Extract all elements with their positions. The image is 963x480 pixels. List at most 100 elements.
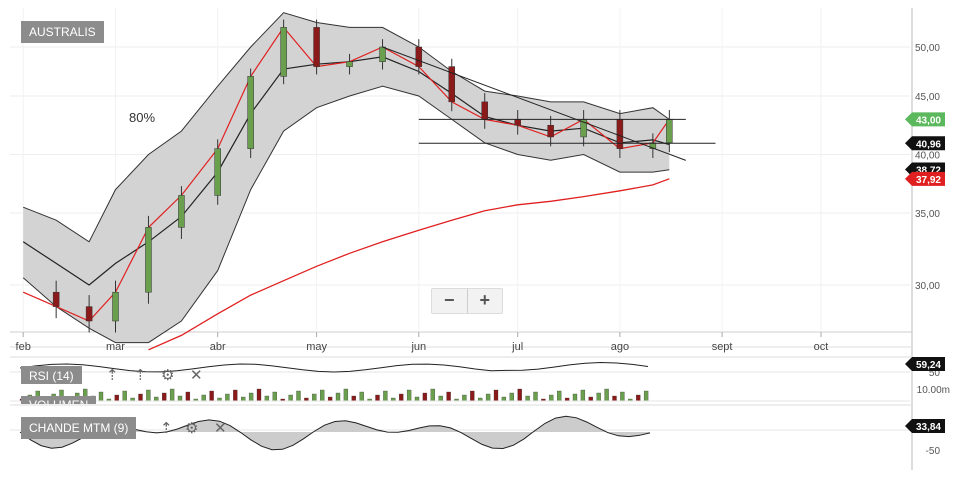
volume-bar xyxy=(533,391,538,402)
volume-bar xyxy=(493,389,499,402)
candle xyxy=(214,148,221,196)
volume-bar xyxy=(501,396,507,402)
volume-bar xyxy=(312,393,317,402)
volume-bar xyxy=(580,389,586,402)
cmo-close-icon[interactable]: ✕ xyxy=(214,419,227,437)
month-label: may xyxy=(306,341,327,353)
volume-bar xyxy=(414,396,420,402)
zoom-in-button[interactable]: + xyxy=(468,289,503,313)
month-label: feb xyxy=(16,341,31,353)
month-label: abr xyxy=(210,341,226,353)
candle xyxy=(415,46,423,67)
volume-bar xyxy=(470,390,475,402)
volume-bar xyxy=(620,391,625,402)
volume-bar xyxy=(233,389,238,402)
candle xyxy=(247,76,254,149)
volume-bar xyxy=(248,392,254,402)
candle xyxy=(666,119,673,144)
rsi-pin-icon[interactable]: ⇡ xyxy=(106,366,119,384)
volume-bar xyxy=(122,390,127,402)
cmo-value-badge: 33,84 xyxy=(905,419,945,433)
price-tick-label: 35,00 xyxy=(915,209,940,220)
volume-bar xyxy=(327,396,333,402)
annotation-text: 80% xyxy=(129,110,156,125)
candle xyxy=(616,119,624,149)
candle xyxy=(280,27,287,77)
volume-bar xyxy=(572,393,578,402)
volume-bar xyxy=(272,391,277,402)
volume-bar xyxy=(422,392,428,402)
volume-label[interactable]: VOLUMEN xyxy=(21,396,97,404)
volume-bar xyxy=(375,394,380,402)
candle xyxy=(313,27,320,67)
volume-bar xyxy=(256,388,262,402)
volume-bar xyxy=(438,395,443,402)
volume-bar xyxy=(588,396,593,402)
volume-bar xyxy=(138,393,143,402)
volume-bar xyxy=(264,395,270,402)
volume-bar xyxy=(604,388,609,402)
volume-bar xyxy=(612,395,617,402)
volume-bar xyxy=(146,389,151,402)
rsi-close-icon[interactable]: ✕ xyxy=(190,366,203,384)
rsi-label[interactable]: RSI (14) xyxy=(21,366,82,384)
volume-bar xyxy=(335,392,341,402)
volume-bar xyxy=(154,396,159,402)
volume-bar xyxy=(549,394,554,402)
volume-bar xyxy=(399,393,404,402)
volume-bar xyxy=(162,392,167,402)
volume-bar xyxy=(446,391,451,402)
badge-label: 40,96 xyxy=(916,139,941,150)
symbol-label: AUSTRALIS xyxy=(21,21,104,43)
cmo-label[interactable]: CHANDE MTM (9) xyxy=(21,417,137,439)
badge-label: 43,00 xyxy=(916,115,941,126)
value-badge: 40,96 xyxy=(905,136,945,151)
cmo-tick-label: -50 xyxy=(926,446,941,457)
candle xyxy=(547,125,554,138)
value-badge: 37,92 xyxy=(905,171,945,186)
cmo-gear-icon[interactable]: ⚙ xyxy=(185,419,198,437)
volume-bar xyxy=(596,392,601,402)
volume-bar xyxy=(525,395,530,402)
volume-bar xyxy=(430,388,435,402)
candle xyxy=(85,306,93,322)
volume-tick-label: 10.00m xyxy=(917,385,950,396)
volume-bar xyxy=(201,394,206,402)
volume-bar xyxy=(296,390,301,402)
month-label: jul xyxy=(511,341,523,353)
volume-bar xyxy=(359,391,364,402)
volume-bar xyxy=(643,390,649,402)
zoom-out-button[interactable]: − xyxy=(432,289,468,313)
candle xyxy=(178,195,185,228)
volume-bar xyxy=(169,388,175,402)
candle xyxy=(145,227,152,293)
volume-bar xyxy=(462,394,467,402)
volume-bar xyxy=(320,389,325,402)
candle xyxy=(514,119,521,126)
volume-bar xyxy=(185,391,191,402)
rsi-gear-icon[interactable]: ⚙ xyxy=(161,366,174,384)
volume-bar xyxy=(241,396,246,402)
month-label: sept xyxy=(712,341,733,353)
candle xyxy=(52,291,60,307)
rsi-pin-icon-2[interactable]: ⇡ xyxy=(134,366,147,384)
price-tick-label: 40,00 xyxy=(915,151,940,162)
volume-bar xyxy=(636,394,641,402)
badge-label: 37,92 xyxy=(916,175,941,186)
candle xyxy=(379,46,386,62)
rsi-value-label: 59,24 xyxy=(916,360,941,371)
price-chart[interactable]: 50,0045,0040,0035,0030,00feb mar abr may jun… xyxy=(0,0,963,475)
price-tick-label: 45,00 xyxy=(915,92,940,103)
volume-bar xyxy=(517,388,522,402)
volume-bar xyxy=(98,391,104,402)
cmo-pin-icon[interactable]: ⇡ xyxy=(160,419,173,437)
value-badge: 43,00 xyxy=(905,112,945,127)
chart-stage: 50,00 45,00 40,00 35,00 30,00 feb mar abr may jun… xyxy=(0,0,963,475)
volume-bar xyxy=(383,390,388,402)
candle xyxy=(481,101,488,120)
volume-bar xyxy=(209,390,214,402)
volume-bar xyxy=(114,394,119,402)
month-label: oct xyxy=(814,341,829,353)
volume-bar xyxy=(509,392,514,402)
volume-bar xyxy=(225,393,230,402)
